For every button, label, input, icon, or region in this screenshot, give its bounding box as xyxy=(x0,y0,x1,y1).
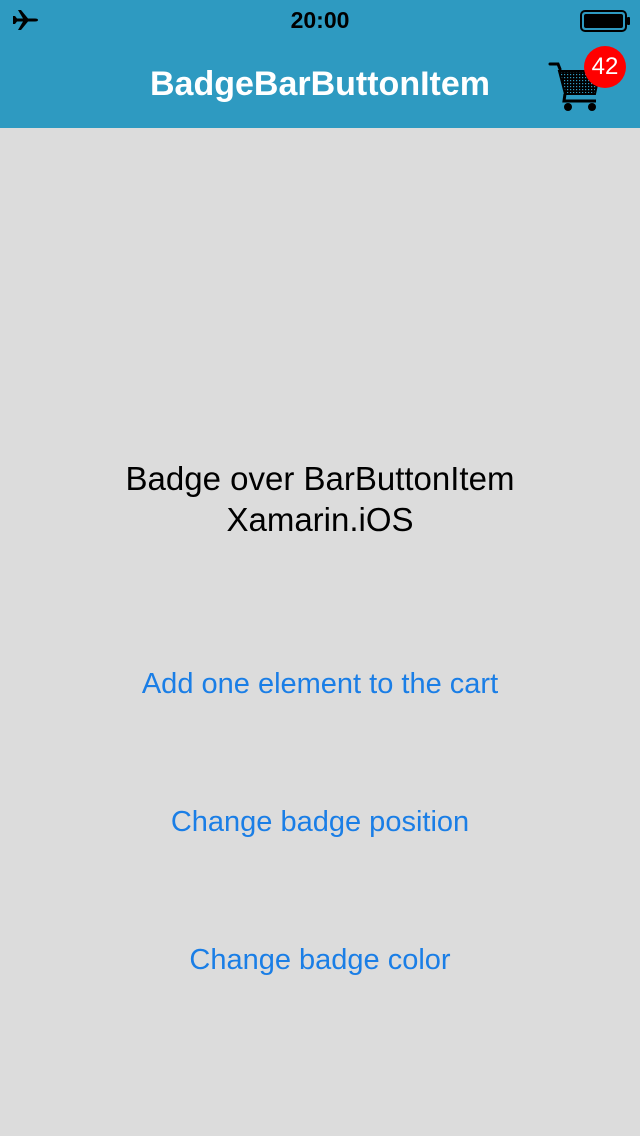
header: 20:00 BadgeBarButtonItem 42 xyxy=(0,0,640,128)
description-text: Badge over BarButtonItem Xamarin.iOS xyxy=(0,458,640,540)
status-time: 20:00 xyxy=(290,7,350,33)
add-to-cart-button[interactable]: Add one element to the cart xyxy=(0,664,640,704)
battery-icon xyxy=(580,10,630,32)
main-content: Badge over BarButtonItem Xamarin.iOS Add… xyxy=(0,128,640,1136)
change-badge-position-button[interactable]: Change badge position xyxy=(0,802,640,842)
status-bar: 20:00 xyxy=(0,0,640,40)
description-line-1: Badge over BarButtonItem xyxy=(125,460,515,497)
cart-button[interactable]: 42 xyxy=(546,46,630,116)
change-badge-color-button[interactable]: Change badge color xyxy=(0,940,640,980)
description-line-2: Xamarin.iOS xyxy=(226,501,414,538)
nav-title: BadgeBarButtonItem xyxy=(149,65,491,103)
navigation-bar: BadgeBarButtonItem 42 xyxy=(0,40,640,128)
cart-badge: 42 xyxy=(584,46,626,88)
